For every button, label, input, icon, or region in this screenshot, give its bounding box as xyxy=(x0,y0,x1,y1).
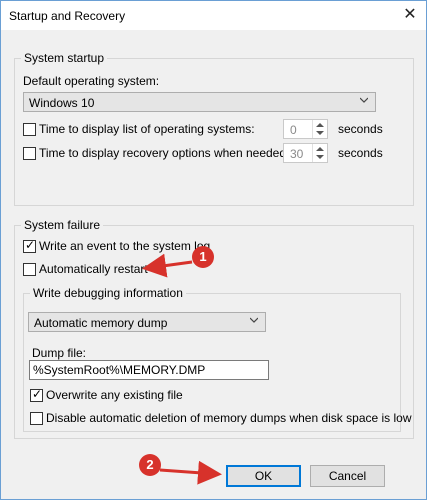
arrow-to-ok xyxy=(159,460,222,485)
annotation-badge-1: 1 xyxy=(192,246,214,268)
arrow-to-auto-restart xyxy=(142,253,193,278)
annotation-arrows xyxy=(142,253,222,485)
annotation-badge-2: 2 xyxy=(139,454,161,476)
